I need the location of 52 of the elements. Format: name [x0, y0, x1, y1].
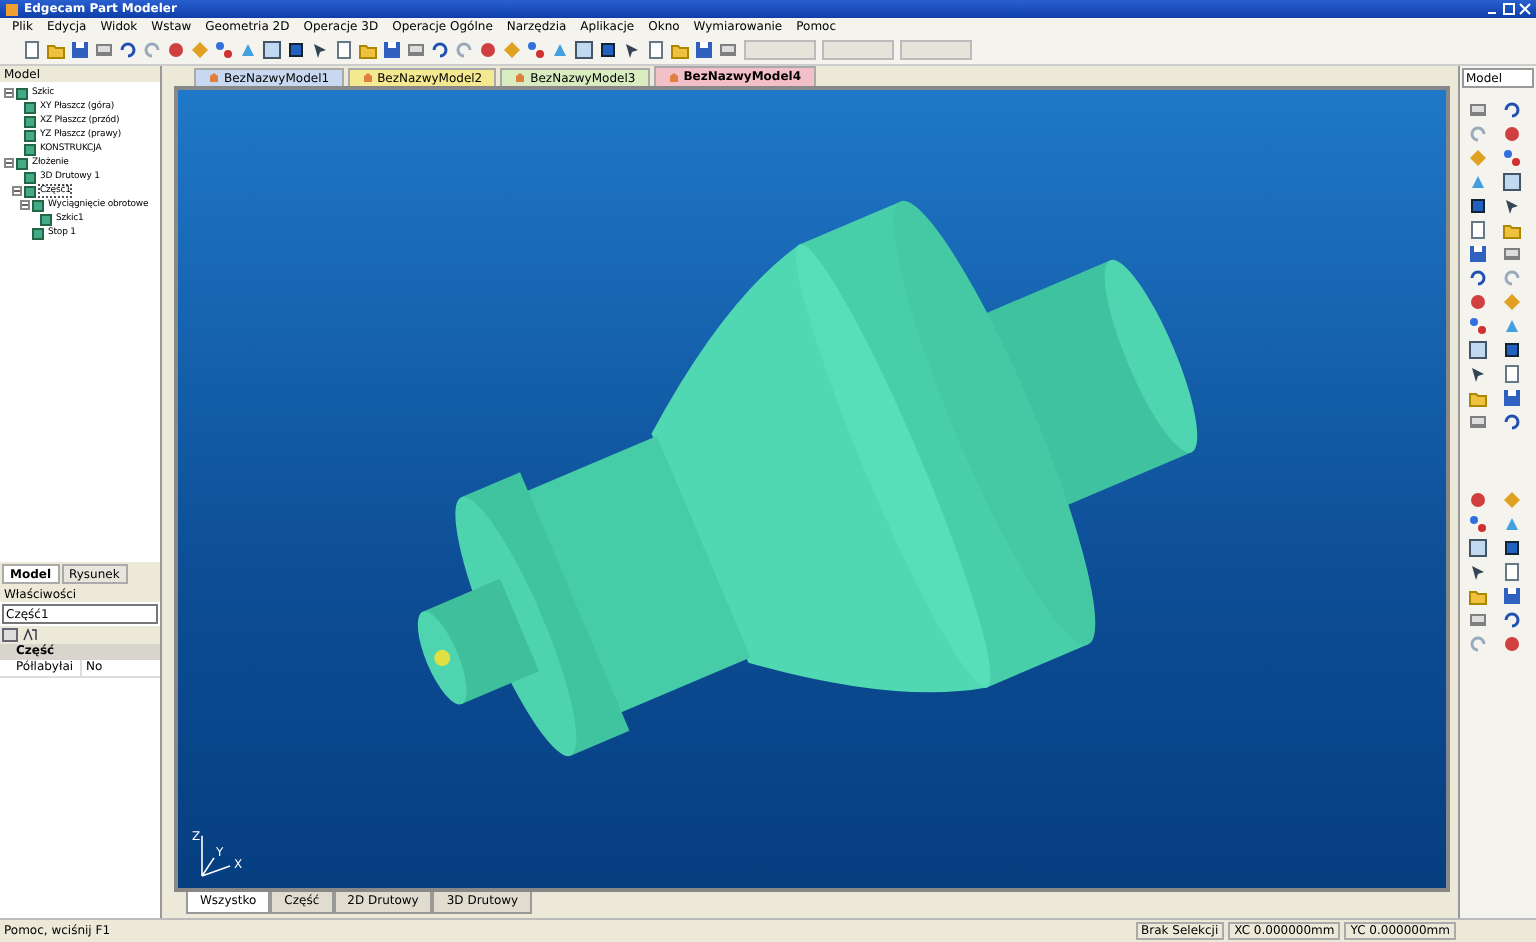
printer-icon[interactable] [717, 40, 737, 60]
document-icon[interactable] [1501, 363, 1521, 383]
circle-icon[interactable] [1501, 633, 1521, 653]
printer-icon[interactable] [93, 40, 113, 60]
cube-view-icon[interactable] [1467, 537, 1487, 557]
document-icon[interactable] [333, 40, 353, 60]
circle-icon[interactable] [1467, 489, 1487, 509]
shaded-cube-icon[interactable] [1501, 537, 1521, 557]
cube-view-icon[interactable] [573, 40, 593, 60]
points-icon[interactable] [1467, 315, 1487, 335]
circle-icon[interactable] [165, 40, 185, 60]
folder-icon[interactable] [357, 40, 377, 60]
circle-icon[interactable] [1467, 291, 1487, 311]
cursor-icon[interactable] [621, 40, 641, 60]
document-icon[interactable] [1501, 561, 1521, 581]
points-icon[interactable] [1501, 147, 1521, 167]
app-logo-icon [4, 1, 20, 17]
circle-icon[interactable] [477, 40, 497, 60]
expander-icon[interactable] [4, 158, 14, 168]
printer-icon[interactable] [1467, 411, 1487, 431]
circle-icon[interactable] [1501, 123, 1521, 143]
document-icon[interactable] [1467, 219, 1487, 239]
shaded-cube-icon[interactable] [1501, 339, 1521, 359]
cursor-icon[interactable] [309, 40, 329, 60]
expander-icon[interactable] [4, 88, 14, 98]
expander-icon[interactable] [12, 186, 22, 196]
document-icon[interactable] [21, 40, 41, 60]
folder-icon[interactable] [45, 40, 65, 60]
axis-triad-icon [201, 835, 231, 877]
shaded-cube-icon[interactable] [597, 40, 617, 60]
printer-icon[interactable] [1467, 609, 1487, 629]
cube-view-icon[interactable] [1467, 339, 1487, 359]
maximize-icon[interactable] [1502, 2, 1516, 16]
printer-icon[interactable] [405, 40, 425, 60]
cursor-icon[interactable] [1467, 561, 1487, 581]
sort-az-icon[interactable] [22, 628, 38, 642]
shaded-cube-icon[interactable] [1467, 195, 1487, 215]
close-icon[interactable] [1518, 2, 1532, 16]
points-icon[interactable] [213, 40, 233, 60]
expander-icon[interactable] [20, 200, 30, 210]
cursor-icon[interactable] [1467, 363, 1487, 383]
printer-icon[interactable] [1467, 99, 1487, 119]
points-icon[interactable] [525, 40, 545, 60]
printer-icon[interactable] [1501, 243, 1521, 263]
categorized-icon[interactable] [2, 628, 18, 642]
shaded-cube-icon[interactable] [285, 40, 305, 60]
folder-icon[interactable] [669, 40, 689, 60]
cursor-icon[interactable] [1501, 195, 1521, 215]
cube-view-icon[interactable] [261, 40, 281, 60]
cube-view-icon[interactable] [1501, 171, 1521, 191]
points-icon[interactable] [1467, 513, 1487, 533]
document-icon[interactable] [645, 40, 665, 60]
